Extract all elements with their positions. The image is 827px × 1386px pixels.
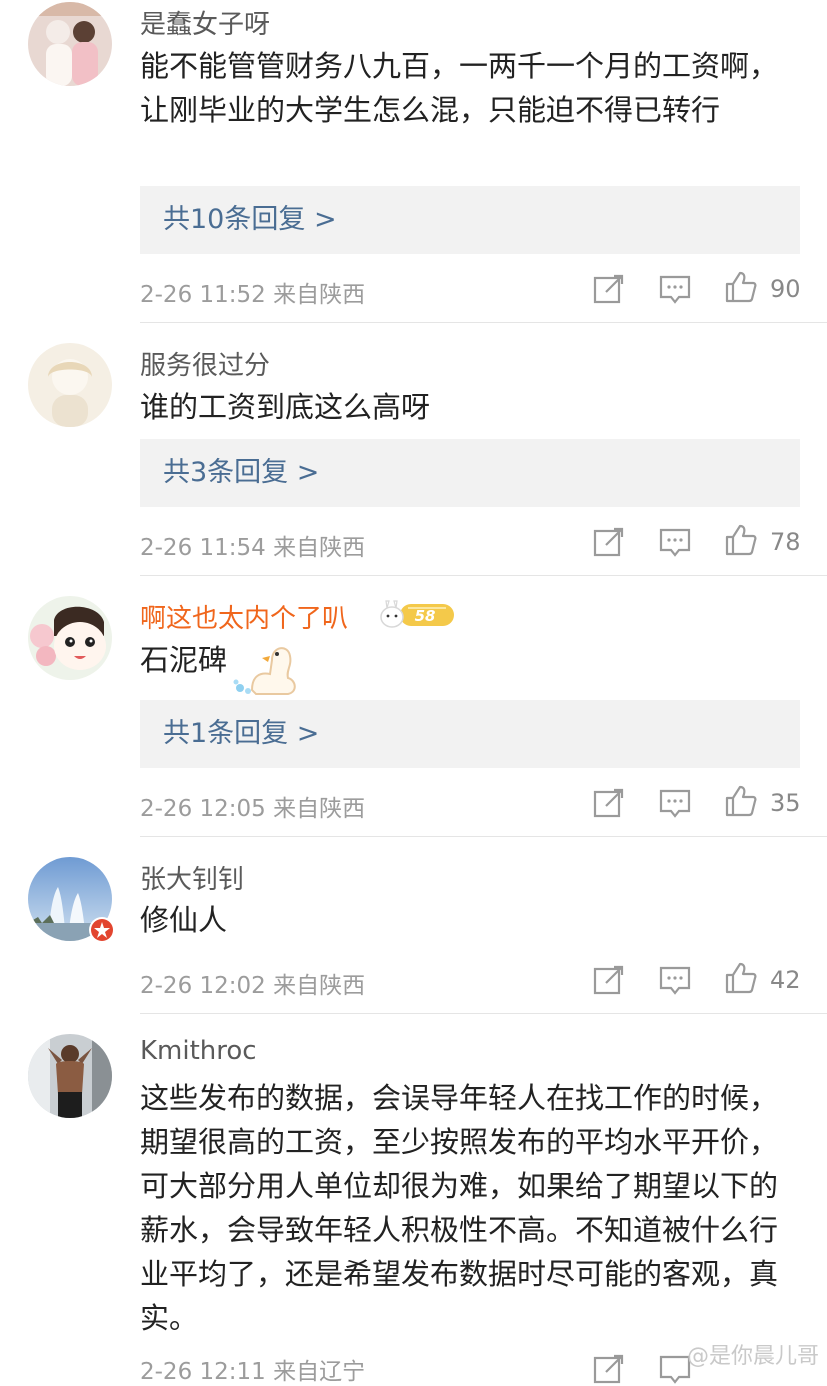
username[interactable]: 服务很过分 [140,345,270,382]
user-avatar[interactable] [28,1034,112,1118]
comment-icon[interactable] [658,272,692,306]
comment-text: 石泥碑 [140,643,228,677]
repost-icon[interactable] [592,786,626,820]
badge-level: 58 [415,607,436,625]
view-replies-link[interactable]: 共10条回复 > [140,186,800,254]
like-count: 42 [770,966,801,994]
user-avatar[interactable] [28,596,112,680]
comment-icon[interactable] [658,525,692,559]
comment-text: 这些发布的数据，会误导年轻人在找工作的时候，期望很高的工资，至少按照发布的平均水… [140,1081,779,1335]
like-count: 35 [770,789,801,817]
like-icon[interactable] [724,523,758,557]
username[interactable]: 张大钊钊 [140,859,244,896]
username[interactable]: Kmithroc [140,1036,257,1066]
verified-badge-icon [89,917,115,943]
comment-meta: 2-26 12:05 来自陕西 [140,796,366,822]
comment-text: 谁的工资到底这么高呀 [140,390,431,424]
repost-icon[interactable] [592,272,626,306]
like-count: 78 [770,528,801,556]
view-replies-link[interactable]: 共1条回复 > [140,700,800,768]
comment-text: 能不能管管财务八九百，一两千一个月的工资啊，让刚毕业的大学生怎么混，只能迫不得已… [140,49,779,127]
divider [140,575,827,576]
repost-icon[interactable] [592,1352,626,1386]
divider [140,836,827,837]
user-avatar[interactable] [28,2,112,86]
like-icon[interactable] [724,961,758,995]
comment-meta: 2-26 11:52 来自陕西 [140,282,366,308]
divider [140,1013,827,1014]
repost-icon[interactable] [592,525,626,559]
view-replies-link[interactable]: 共3条回复 > [140,439,800,507]
duck-emoji-icon [233,647,296,695]
comment-meta: 2-26 12:02 来自陕西 [140,973,366,999]
comment-icon[interactable] [658,963,692,997]
username[interactable]: 啊这也太内个了叭 [140,598,348,635]
divider [140,322,827,323]
comment-meta: 2-26 11:54 来自陕西 [140,535,366,561]
like-count: 90 [770,275,801,303]
comment-icon[interactable] [658,786,692,820]
user-avatar[interactable] [28,343,112,427]
comment-meta: 2-26 12:11 来自辽宁 [140,1359,366,1385]
watermark: @是你晨儿哥 [686,1344,819,1369]
comment-text: 修仙人 [140,903,228,937]
like-icon[interactable] [724,270,758,304]
username[interactable]: 是蠢女子呀 [140,4,270,41]
like-icon[interactable] [724,784,758,818]
repost-icon[interactable] [592,963,626,997]
